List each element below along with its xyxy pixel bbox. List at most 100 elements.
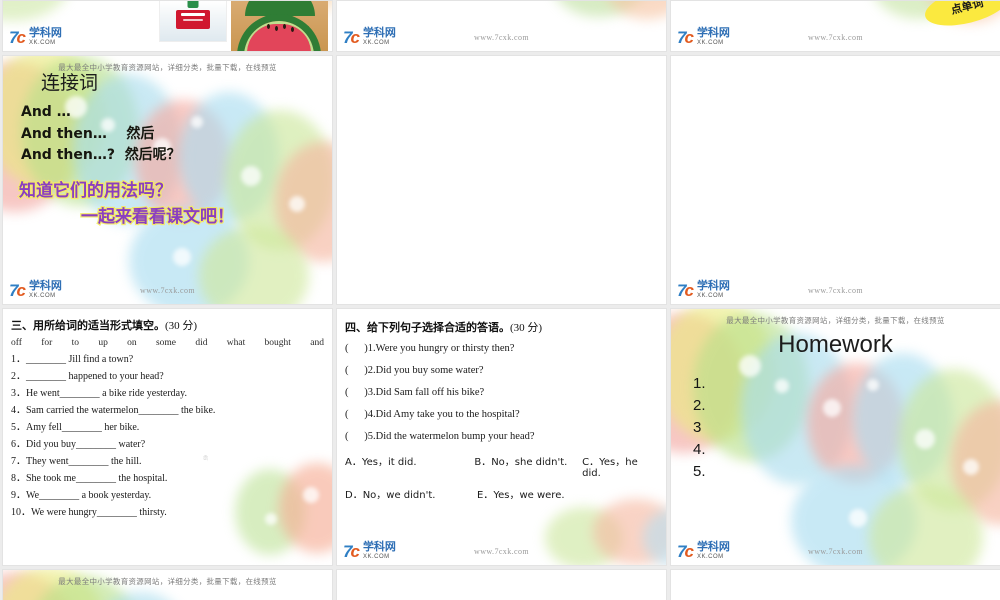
slide-thumbnail-exercise-two[interactable]: 语句 应用练 二、给下列句子选择正确的译文。(20 分) ( )1.We wer… <box>670 55 1000 305</box>
fill-blank-item: 8．She took me________ the hospital. <box>11 473 168 484</box>
xkw-logo: 7 c 学科网 XK.COM <box>677 27 730 47</box>
logo-c: c <box>16 280 26 300</box>
word-bank-item: to <box>71 338 79 348</box>
logo-text: 学科网 XK.COM <box>362 28 396 47</box>
logo-chinese: 学科网 <box>696 27 730 39</box>
exercise-three-content: 三、用所给词的适当形式填空。(30 分) off for to up on so… <box>11 313 324 525</box>
site-url: www.7cxk.com <box>140 286 195 295</box>
melon-slice <box>237 14 321 51</box>
slide-thumbnail-top-left[interactable]: 7 c 学科网 XK.COM <box>2 0 333 52</box>
slide-thumbnail-exercise-four[interactable]: 四、给下列句子选择合适的答语。(30 分) ( )1.Were you hung… <box>336 308 667 566</box>
word-bank-item: off <box>11 338 22 348</box>
question-item: ( )3.Did Sam fall off his bike? <box>345 387 485 399</box>
question-item: ( )1.Were you hungry or thirsty then? <box>345 343 515 354</box>
fill-blank-item: 1．________ Jill find a town? <box>11 354 134 365</box>
logo-text: 学科网 XK.COM <box>362 541 396 561</box>
slide-thumbnail-top-middle[interactable]: 7 c 学科网 XK.COM www.7cxk.com <box>336 0 667 52</box>
promo-banner: 最大最全中小学教育资源网站，详细分类，批量下载，在线预览 <box>58 577 277 586</box>
fill-blank-item: 7．They went________ the hill. <box>11 456 142 467</box>
answer-option: D．No，we didn't. <box>345 490 436 502</box>
site-url: www.7cxk.com <box>808 33 863 42</box>
logo-text: 学科网 XK.COM <box>28 280 62 300</box>
logo-text: 学科网 XK.COM <box>696 27 730 47</box>
logo-domain: XK.COM <box>362 554 390 560</box>
word-bank-item: for <box>41 338 53 348</box>
fill-blank-item: 10．We were hungry________ thirsty. <box>11 507 167 518</box>
question-item: ( )5.Did the watermelon bump your head? <box>345 431 535 443</box>
bottled-water-image <box>159 1 227 42</box>
site-url: www.7cxk.com <box>808 547 863 556</box>
question-item: ( )2.Did you buy some water? <box>345 365 484 377</box>
promo-banner: 最大最全中小学教育资源网站，详细分类，批量下载，在线预览 <box>726 316 945 325</box>
connective-line-1: And … <box>21 104 71 120</box>
logo-domain: XK.COM <box>696 554 724 560</box>
scan-artifact: ෧ <box>203 453 209 462</box>
watermelon-image <box>231 1 328 51</box>
homework-item: 5. <box>693 462 706 480</box>
slide-thumbnail-grid: 7 c 学科网 XK.COM 7 c 学科网 XK.COM www.7cxk.c… <box>0 0 1000 600</box>
logo-chinese: 学科网 <box>362 541 396 553</box>
logo-text: 学科网 XK.COM <box>28 27 62 47</box>
logo-c: c <box>684 27 694 47</box>
logo-domain: XK.COM <box>28 293 56 299</box>
logo-text: 学科网 XK.COM <box>696 281 730 300</box>
section-points: (30 分) <box>510 322 543 334</box>
word-bank-item: some <box>155 338 176 348</box>
site-url: www.7cxk.com <box>474 547 529 556</box>
prompt-question-line-1: 知道它们的用法吗？ <box>18 180 173 202</box>
fill-blank-item: 6．Did you buy________ water? <box>11 439 146 450</box>
fill-blank-item: 4．Sam carried the watermelon________ the… <box>11 405 216 416</box>
word-bank: off for to up on some did what bought an… <box>11 338 324 348</box>
logo-domain: XK.COM <box>362 40 390 46</box>
slide-thumbnail-connectives[interactable]: 最大最全中小学教育资源网站，详细分类，批量下载，在线预览 连接词 And … A… <box>2 55 333 305</box>
answer-option: B．No，she didn't. <box>474 457 568 469</box>
answer-option: A．Yes，it did. <box>345 457 417 469</box>
answer-option: E．Yes，we were. <box>477 490 565 502</box>
word-bank-item: bought <box>264 338 291 348</box>
bottle-cap <box>187 1 199 8</box>
answer-options-row: D．No，we didn't. E．Yes，we were. <box>345 486 658 501</box>
logo-chinese: 学科网 <box>696 541 730 553</box>
word-bank-item: on <box>127 338 137 348</box>
fill-blank-item: 2．________ happened to your head? <box>11 371 164 382</box>
word-bank-item: up <box>98 338 108 348</box>
logo-text: 学科网 XK.COM <box>696 541 730 561</box>
promo-banner: 最大最全中小学教育资源网站，详细分类，批量下载，在线预览 <box>58 63 277 72</box>
slide-title-homework: Homework <box>778 331 893 358</box>
fill-blank-item: 3．He went________ a bike ride yesterday. <box>11 388 187 399</box>
homework-item: 1. <box>693 375 706 392</box>
logo-domain: XK.COM <box>28 40 56 46</box>
worksheet-page <box>671 56 1000 304</box>
slide-thumbnail-next-right[interactable] <box>670 569 1000 600</box>
slide-thumbnail-next-middle[interactable] <box>336 569 667 600</box>
site-url: www.7cxk.com <box>808 286 863 295</box>
homework-item: 4. <box>693 440 706 458</box>
logo-c: c <box>684 541 694 561</box>
logo-domain: XK.COM <box>696 40 724 46</box>
slide-thumbnail-top-right[interactable]: 点单词 7 c 学科网 XK.COM www.7cxk.com <box>670 0 1000 52</box>
logo-chinese: 学科网 <box>28 27 62 39</box>
homework-list: 1. 2. 3 4. 5. <box>693 373 706 482</box>
xkw-logo: 7 c 学科网 XK.COM <box>9 27 62 47</box>
section-title-text: 三、用所给词的适当形式填空。 <box>11 319 165 332</box>
homework-item: 3 <box>693 418 702 436</box>
word-bank-item: did <box>195 338 208 348</box>
connective-examples: And … And then… 然后 And then…? 然后呢？ <box>21 102 181 167</box>
xkw-logo: 7 c 学科网 XK.COM <box>677 541 730 561</box>
slide-thumbnail-exercise-three[interactable]: 三、用所给词的适当形式填空。(30 分) off for to up on so… <box>2 308 333 566</box>
answer-options-row: A．Yes，it did. B．No，she didn't. C．Yes，he … <box>345 453 658 479</box>
logo-chinese: 学科网 <box>28 280 62 292</box>
fill-blank-item: 5．Amy fell________ her bike. <box>11 422 140 433</box>
site-url: www.7cxk.com <box>474 33 529 42</box>
bottle-label <box>176 10 210 29</box>
connective-line-3: And then…? 然后呢？ <box>21 147 181 164</box>
slide-thumbnail-homework[interactable]: 最大最全中小学教育资源网站，详细分类，批量下载，在线预览 Homework 1.… <box>670 308 1000 566</box>
xkw-logo: 7 c 学科网 XK.COM <box>9 280 62 300</box>
section-points: (30 分) <box>165 320 198 332</box>
logo-domain: XK.COM <box>696 293 724 299</box>
slide-thumbnail-next-left[interactable]: 最大最全中小学教育资源网站，详细分类，批量下载，在线预览 <box>2 569 333 600</box>
section-title: 三、用所给词的适当形式填空。(30 分) <box>11 317 324 333</box>
question-item: ( )4.Did Amy take you to the hospital? <box>345 409 520 421</box>
slide-thumbnail-exercise-one[interactable]: Unit 1 词汇 积累练 一、给下列短语选择正确的译文。(20 分) ( )1… <box>336 55 667 305</box>
xkw-logo: 7 c 学科网 XK.COM <box>343 541 396 561</box>
